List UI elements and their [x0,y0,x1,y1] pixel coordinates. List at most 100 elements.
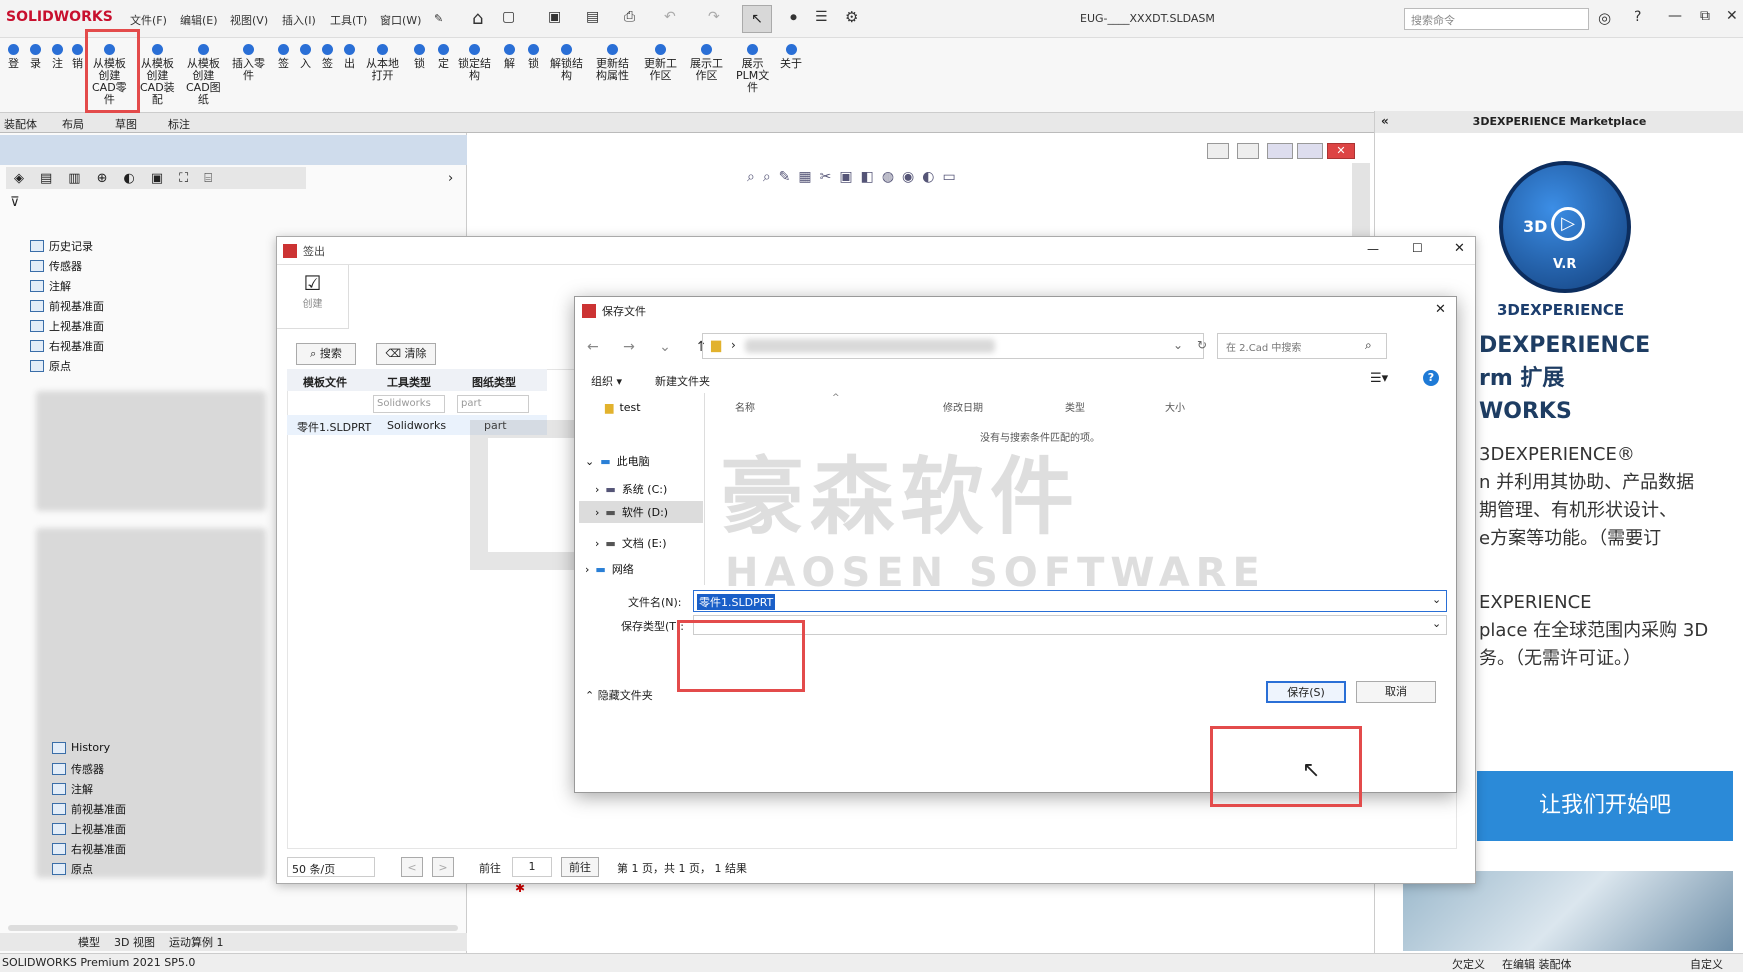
ribbon-button-22[interactable]: 展示 PLM文 件 [736,44,769,94]
feature-tree-icon[interactable]: ◈ [14,171,24,186]
ribbon-button-7[interactable]: 插入零 件 [232,44,265,82]
clear-button[interactable]: ⌫ 清除 [376,343,436,365]
filter-drawing-select[interactable]: part [457,395,529,413]
ribbon-button-1[interactable]: 录 [30,44,41,70]
ribbon-button-17[interactable]: 锁 [528,44,539,70]
restore-icon[interactable]: ⧉ [1700,8,1710,24]
menu-file[interactable]: 文件(F) [130,12,167,28]
plm-icon[interactable]: ⛶ [179,171,188,186]
ribbon-button-0[interactable]: 登 [8,44,19,70]
save-button[interactable]: 保存(S) [1266,681,1346,703]
ribbon-button-19[interactable]: 更新结 构属性 [596,44,629,82]
goto-button[interactable]: 前往 [561,857,599,877]
tree-scrollbar[interactable] [8,925,458,931]
nav-this-pc[interactable]: ⌄ ▬ 此电脑 [585,453,650,469]
tree-item[interactable]: 上视基准面 [30,318,104,334]
tree-item[interactable]: 原点 [52,861,93,877]
traffic-light-icon[interactable]: ⦁ [790,9,797,25]
tree-item[interactable]: 历史记录 [30,238,93,254]
new-icon[interactable]: ▢ [502,9,515,25]
page-input[interactable]: 1 [512,857,552,877]
pin-icon[interactable]: ✎ [434,12,443,25]
tab-markup[interactable]: 标注 [168,116,190,132]
tab-sketch[interactable]: 草图 [115,116,137,132]
sensor-icon[interactable]: ⌸ [204,171,212,186]
nav-drive-d[interactable]: › ▬ 软件 (D:) [579,501,703,523]
col-modified[interactable]: 修改日期 [943,399,983,414]
ribbon-button-10[interactable]: 签 [322,44,333,70]
ribbon-button-20[interactable]: 更新工 作区 [644,44,677,82]
nav-test[interactable]: ▆ test [605,401,641,414]
save-close-icon[interactable]: ✕ [1435,302,1446,317]
tree-item[interactable]: 右视基准面 [52,841,126,857]
home-icon[interactable]: ⌂ [472,8,483,29]
select-tool-button[interactable]: ↖ [742,5,772,33]
doc-minimize-icon[interactable] [1267,143,1293,159]
col-type[interactable]: 类型 [1065,399,1085,414]
view-options-icon[interactable]: ☰▾ [1370,371,1388,386]
search-button[interactable]: ⌕ 搜索 [296,343,356,365]
nav-drive-e[interactable]: › ▬ 文档 (E:) [595,535,667,551]
print-icon[interactable]: ⎙ [624,9,635,25]
cancel-button[interactable]: 取消 [1356,681,1436,703]
tree-item[interactable]: 右视基准面 [30,338,104,354]
organize-menu[interactable]: 组织 ▾ [591,373,622,389]
menu-tools[interactable]: 工具(T) [330,12,367,28]
tab-model[interactable]: 模型 [78,934,100,950]
forward-arrow-icon[interactable]: → [623,339,635,355]
display-manager-icon[interactable]: ◐ [124,171,135,186]
col-name[interactable]: 名称 [735,399,755,414]
ribbon-button-16[interactable]: 解 [504,44,515,70]
menu-insert[interactable]: 插入(I) [282,12,316,28]
collapse-chevron-icon[interactable]: « [1381,114,1389,128]
ribbon-button-14[interactable]: 定 [438,44,449,70]
nav-drive-c[interactable]: › ▬ 系统 (C:) [595,481,667,497]
checkout-maximize-icon[interactable]: ☐ [1412,241,1423,255]
save-icon[interactable]: ▤ [586,9,599,25]
menu-window[interactable]: 窗口(W) [380,12,421,28]
heads-up-view-toolbar[interactable]: ⌕⌕✎▦✂▣◧◍◉◐▭ [747,169,1117,189]
open-icon[interactable]: ▣ [548,9,561,25]
menu-view[interactable]: 视图(V) [230,12,268,28]
tree-item[interactable]: 前视基准面 [30,298,104,314]
tile-icon[interactable] [1207,143,1229,159]
checkout-minimize-icon[interactable]: — [1367,242,1379,256]
ribbon-button-9[interactable]: 入 [300,44,311,70]
user-icon[interactable]: ◎ [1598,9,1611,27]
ribbon-button-15[interactable]: 锁定结 构 [458,44,491,82]
ribbon-button-2[interactable]: 注 [52,44,63,70]
tree-item[interactable]: 传感器 [30,258,82,274]
expand-chevron-icon[interactable]: › [448,171,453,186]
property-manager-icon[interactable]: ▤ [40,171,52,186]
cam-icon[interactable]: ▣ [151,171,163,186]
checkout-close-icon[interactable]: ✕ [1454,241,1465,256]
search-magnifier-icon[interactable]: ⌕ [1365,338,1372,353]
tree-item[interactable]: 注解 [52,781,93,797]
tree-item[interactable]: 前视基准面 [52,801,126,817]
page-size-select[interactable]: 50 条/页 [287,857,375,877]
ribbon-button-18[interactable]: 解锁结 构 [550,44,583,82]
hide-folders-toggle[interactable]: ⌃ 隐藏文件夹 [585,687,653,703]
refresh-icon[interactable]: ↻ [1197,338,1207,352]
ribbon-button-13[interactable]: 锁 [414,44,425,70]
tree-item[interactable]: 上视基准面 [52,821,126,837]
help-icon[interactable]: ? [1634,9,1641,25]
menu-edit[interactable]: 编辑(E) [180,12,218,28]
get-started-button[interactable]: 让我们开始吧 [1477,771,1733,841]
prev-page-button[interactable]: < [401,857,423,877]
filename-dropdown-icon[interactable]: ⌄ [1432,593,1441,606]
ribbon-button-8[interactable]: 签 [278,44,289,70]
dimxpert-icon[interactable]: ⊕ [97,171,108,186]
cascade-icon[interactable] [1237,143,1259,159]
ribbon-button-23[interactable]: 关于 [780,44,802,70]
tab-layout[interactable]: 布局 [62,116,84,132]
recent-chevron-icon[interactable]: ⌄ [659,339,671,355]
minimize-icon[interactable]: — [1668,8,1682,24]
command-search-input[interactable]: 搜索命令 [1404,8,1589,30]
options-gear-icon[interactable]: ⚙ [845,8,858,26]
path-dropdown-icon[interactable]: ⌄ [1173,338,1183,352]
address-bar[interactable]: ▆ › ⌄ ↻ [702,333,1207,359]
col-template[interactable]: 模板文件 [303,374,347,390]
tree-item[interactable]: 原点 [30,358,71,374]
ribbon-button-3[interactable]: 销 [72,44,83,70]
